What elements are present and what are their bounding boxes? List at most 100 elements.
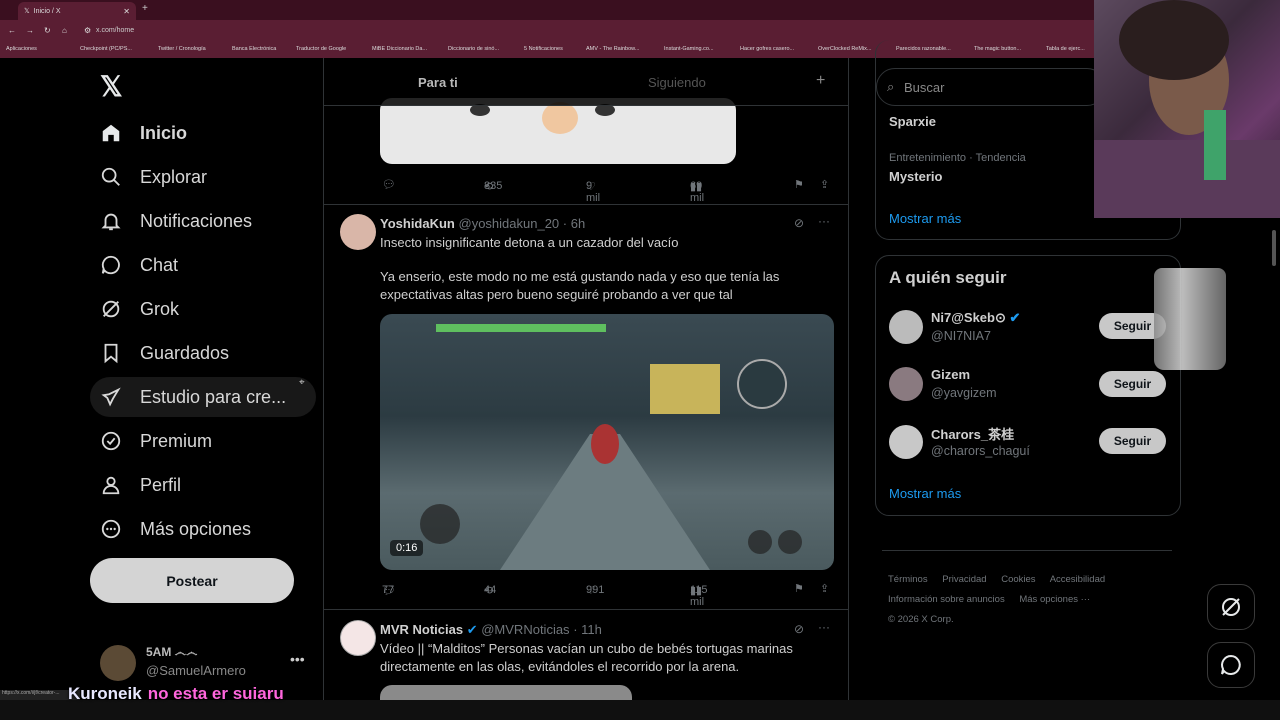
reply-icon[interactable]: 💬︎ [382, 178, 396, 191]
post-time[interactable]: · 6h [563, 216, 585, 231]
show-more-trends-link[interactable]: Mostrar más [889, 211, 961, 226]
more-horizontal-icon[interactable]: ••• [290, 651, 305, 667]
footer-link[interactable]: Más opciones ··· [1019, 594, 1090, 605]
post-image[interactable] [380, 98, 736, 164]
home-icon [100, 122, 122, 144]
share-icon[interactable]: ⇪ [820, 582, 829, 595]
share-icon[interactable]: ⇪ [820, 178, 829, 191]
avatar[interactable] [889, 367, 923, 401]
trend-name[interactable]: Mysterio [889, 169, 942, 184]
follow-name[interactable]: Charors_茶桂 [931, 424, 1014, 443]
more-horizontal-icon[interactable]: ··· [818, 620, 830, 634]
bookmark-item[interactable]: AMV - The Rainbow... [586, 46, 639, 52]
follow-name[interactable]: Ni7@Skeb⊙ ✔ [931, 310, 1020, 326]
forward-icon[interactable]: → [26, 26, 34, 35]
chat-bubble-icon [100, 254, 122, 276]
bookmark-item[interactable]: 5 Notificaciones [524, 46, 563, 52]
bookmark-item[interactable]: Checkpoint (PC/PS... [80, 46, 132, 52]
nav-item-home[interactable]: Inicio [90, 113, 316, 153]
who-to-follow-title: A quién seguir [889, 268, 1007, 287]
nav-item-more[interactable]: Más opciones [90, 509, 316, 549]
back-icon[interactable]: ← [8, 26, 16, 35]
verified-badge-icon: ✔ [466, 622, 478, 637]
follow-handle: @NI7NIA7 [931, 329, 991, 343]
post-video[interactable]: 0:16 [380, 314, 834, 570]
chat-bubble-icon [1221, 654, 1241, 675]
x-logo-icon[interactable]: 𝕏 [100, 70, 123, 103]
footer-link[interactable]: Accesibilidad [1050, 574, 1105, 585]
nav-item-notifications[interactable]: Notificaciones [90, 201, 316, 241]
footer-link[interactable]: Información sobre anuncios [888, 594, 1005, 605]
scrollbar-thumb[interactable] [1272, 230, 1276, 266]
new-tab-icon[interactable]: + [142, 3, 148, 14]
bookmark-post-icon[interactable]: ⚑ [794, 178, 804, 191]
person-icon [100, 474, 122, 496]
bookmark-post-icon[interactable]: ⚑ [794, 582, 804, 595]
author-name[interactable]: MVR Noticias [380, 622, 463, 637]
add-feed-icon[interactable]: + [816, 72, 825, 90]
bookmark-item[interactable]: Aplicaciones [6, 46, 37, 52]
footer-link[interactable]: Términos [888, 574, 928, 585]
nav-item-creator-studio[interactable]: Estudio para cre... [90, 377, 316, 417]
author-name[interactable]: YoshidaKun [380, 216, 455, 231]
show-more-follow-link[interactable]: Mostrar más [889, 486, 961, 501]
grok-icon[interactable]: ⊘ [794, 216, 804, 230]
bookmark-item[interactable]: Traductor de Google [296, 46, 346, 52]
nav-label: Chat [140, 254, 179, 275]
webcam-image [1094, 0, 1280, 218]
messages-floating-button[interactable] [1207, 642, 1255, 688]
reload-icon[interactable]: ↻ [44, 26, 51, 35]
url-field[interactable]: x.com/home [96, 27, 134, 34]
follow-button[interactable]: Seguir [1099, 371, 1166, 397]
footer-link[interactable]: Privacidad [942, 574, 986, 585]
bookmark-item[interactable]: Twitter / Cronología [158, 46, 206, 52]
chat-username: Kuroneik [68, 684, 142, 703]
bookmark-item[interactable]: Diccionario de sinó... [448, 46, 499, 52]
avatar[interactable] [340, 214, 376, 250]
footer-link[interactable]: Cookies [1001, 574, 1035, 585]
nav-label: Guardados [140, 342, 230, 363]
post-time[interactable]: · 11h [573, 622, 602, 637]
bookmark-item[interactable]: OverClocked ReMix... [818, 46, 872, 52]
follow-handle: @yavgizem [931, 386, 997, 400]
divider [324, 609, 848, 610]
avatar[interactable] [889, 425, 923, 459]
rocket-icon [100, 386, 122, 408]
avatar[interactable] [340, 620, 376, 656]
divider [324, 204, 848, 205]
post-text: Vídeo || “Malditos” Personas vacían un c… [380, 641, 793, 674]
home-browser-icon[interactable]: ⌂ [62, 26, 67, 35]
tab-for-you[interactable]: Para ti [418, 75, 458, 90]
webcam-overlay [1094, 0, 1280, 218]
nav-item-profile[interactable]: Perfil [90, 465, 316, 505]
nav-item-chat[interactable]: Chat [90, 245, 316, 285]
post-button[interactable]: Postear [90, 558, 294, 603]
author-handle[interactable]: @MVRNoticias [481, 622, 569, 637]
nav-label: Más opciones [140, 518, 252, 539]
nav-item-bookmarks[interactable]: Guardados [90, 333, 316, 373]
browser-tab[interactable]: 𝕏 Inicio / X ✕ [18, 2, 136, 20]
bookmark-item[interactable]: Hacer gofres casero... [740, 46, 794, 52]
repost-count: 835 [484, 180, 503, 192]
bookmark-item[interactable]: Banca Electrónica [232, 46, 276, 52]
follow-button[interactable]: Seguir [1099, 428, 1166, 454]
video-duration: 0:16 [390, 540, 424, 556]
site-info-icon[interactable]: ⚙ [84, 26, 91, 35]
nav-item-premium[interactable]: Premium [90, 421, 316, 461]
more-horizontal-icon[interactable]: ··· [818, 214, 830, 228]
bookmark-item[interactable]: Instant-Gaming.co... [664, 46, 714, 52]
post-text: Ya enserio, este modo no me está gustand… [380, 269, 780, 302]
nav-item-explore[interactable]: Explorar [90, 157, 316, 197]
grok-floating-button[interactable] [1207, 584, 1255, 630]
follow-name[interactable]: Gizem [931, 367, 970, 382]
nav-item-grok[interactable]: Grok [90, 289, 316, 329]
avatar[interactable] [889, 310, 923, 344]
tab-following[interactable]: Siguiendo [648, 75, 706, 90]
bookmark-item[interactable]: MiBE Diccionario Da... [372, 46, 427, 52]
account-switcher[interactable]: 5AM ෴෴ @SamuelArmero ••• [100, 643, 310, 683]
trend-name[interactable]: Sparxie [889, 114, 936, 129]
tab-close-icon[interactable]: ✕ [123, 7, 130, 16]
post-header: YoshidaKun @yoshidakun_20 · 6h [380, 216, 585, 231]
author-handle[interactable]: @yoshidakun_20 [459, 216, 560, 231]
grok-icon[interactable]: ⊘ [794, 622, 804, 636]
